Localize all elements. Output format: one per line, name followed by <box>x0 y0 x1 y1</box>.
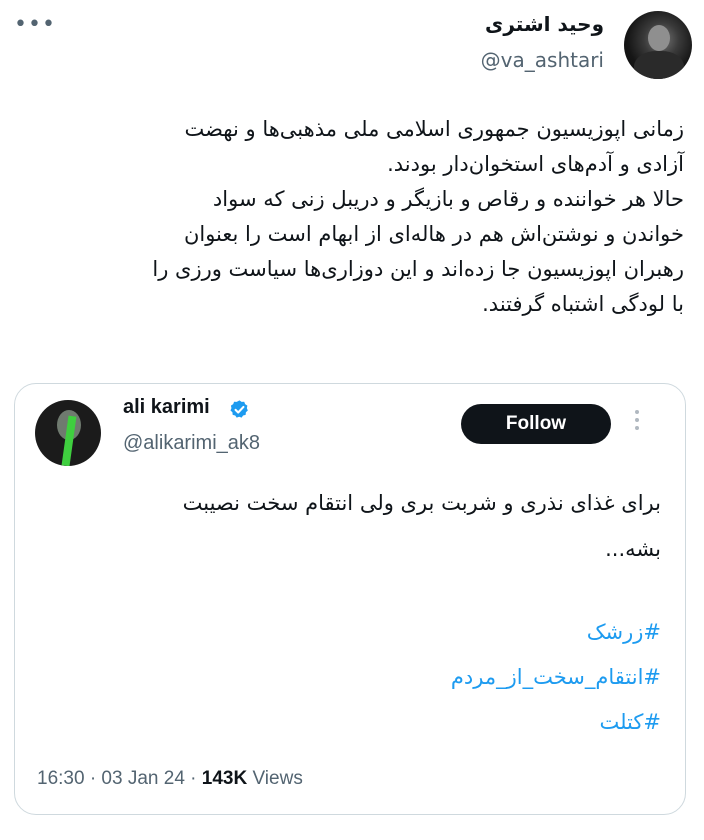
tweet-timestamp[interactable]: 16:30 · 03 Jan 24 · <box>37 768 202 789</box>
more-options-icon[interactable]: ••• <box>14 12 56 37</box>
author-handle[interactable]: @va_ashtari <box>481 48 604 72</box>
author-name[interactable]: وحید اشتری <box>485 12 604 36</box>
hashtag-link[interactable]: #زرشک <box>41 610 661 655</box>
quoted-author-avatar[interactable] <box>35 400 101 466</box>
tweet-line: رهبران اپوزیسیون جا زده‌اند و این دوزاری… <box>152 257 684 281</box>
tweet-text: زمانی اپوزیسیون جمهوری اسلامی ملی مذهبی‌… <box>20 112 684 322</box>
quoted-text-line: برای غذای نذری و شربت بری ولی انتقام سخت… <box>182 491 661 515</box>
tweet-line: زمانی اپوزیسیون جمهوری اسلامی ملی مذهبی‌… <box>184 117 684 141</box>
views-label: Views <box>247 768 303 789</box>
tweet-line: حالا هر خواننده و رقاص و بازیگر و دریبل … <box>212 187 684 211</box>
tweet-line: با لودگی اشتباه گرفتند. <box>482 292 684 316</box>
verified-badge-icon <box>230 400 248 418</box>
follow-button[interactable]: Follow <box>461 404 611 444</box>
hashtag-link[interactable]: #انتقام_سخت_از_مردم <box>41 655 661 700</box>
tweet-meta: 16:30 · 03 Jan 24 · 143K Views <box>37 768 303 790</box>
tweet-line: آزادی و آدم‌های استخوان‌دار بودند. <box>387 152 684 176</box>
quoted-text-line: بشه... <box>605 537 661 561</box>
tweet-line: خواندن و نوشتن‌اش هم در هاله‌ای از ابهام… <box>183 222 684 246</box>
quoted-author-handle[interactable]: @alikarimi_ak8 <box>123 432 260 455</box>
quoted-tweet-text: برای غذای نذری و شربت بری ولی انتقام سخت… <box>41 480 661 572</box>
author-avatar[interactable] <box>624 11 692 79</box>
hashtag-link[interactable]: #کتلت <box>41 700 661 745</box>
quoted-author-name[interactable]: ali karimi <box>123 396 210 419</box>
more-vertical-icon[interactable] <box>635 410 639 434</box>
hashtag-list: #زرشک #انتقام_سخت_از_مردم #کتلت <box>41 610 661 745</box>
views-count: 143K <box>201 768 248 789</box>
quoted-tweet-card[interactable]: ali karimi @alikarimi_ak8 Follow برای غذ… <box>14 383 686 815</box>
